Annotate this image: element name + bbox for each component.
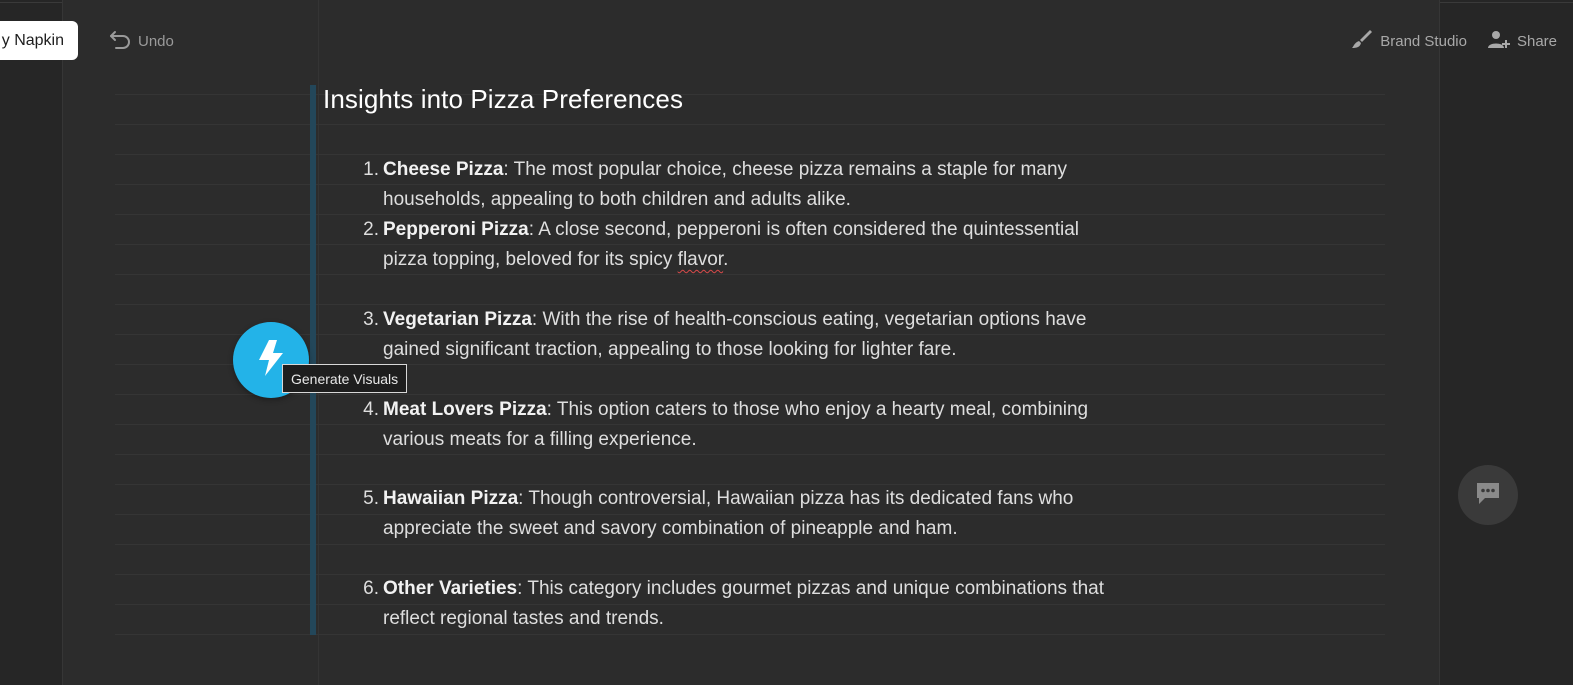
share-button[interactable]: Share bbox=[1487, 27, 1557, 55]
list-item-line: various meats for a filling experience. bbox=[383, 429, 697, 450]
list-item-text: : Though controversial, Hawaiian pizza h… bbox=[518, 488, 1074, 509]
list-item-line: gained significant traction, appealing t… bbox=[383, 339, 957, 360]
chat-bubble-icon bbox=[1474, 479, 1502, 512]
list-item-number: 5. bbox=[363, 488, 379, 509]
list-item-line: Other Varieties: This category includes … bbox=[383, 574, 1183, 604]
list-item-line: Cheese Pizza: The most popular choice, c… bbox=[383, 155, 1183, 185]
list-item-text: : A close second, pepperoni is often con… bbox=[528, 219, 1080, 240]
list-item-line: Vegetarian Pizza: With the rise of healt… bbox=[383, 305, 1183, 335]
list-item-text: . bbox=[723, 249, 729, 270]
selection-accent-bar bbox=[310, 85, 316, 635]
list-item[interactable]: 2. Pepperoni Pizza: A close second, pepp… bbox=[363, 215, 1183, 275]
share-label: Share bbox=[1516, 32, 1557, 50]
list-item-number: 4. bbox=[363, 399, 379, 420]
napkin-button-label: y Napkin bbox=[1, 31, 64, 49]
napkin-button[interactable]: y Napkin bbox=[0, 21, 78, 60]
list-item[interactable]: 6. Other Varieties: This category includ… bbox=[363, 574, 1183, 634]
list-item-text: pizza topping, beloved for its spicy bbox=[383, 249, 678, 270]
brand-studio-button[interactable]: Brand Studio bbox=[1350, 27, 1467, 55]
brush-icon bbox=[1350, 27, 1374, 55]
list-item-line: Pepperoni Pizza: A close second, peppero… bbox=[383, 215, 1183, 245]
list-item-term: Other Varieties bbox=[383, 578, 518, 599]
list-item-number: 2. bbox=[363, 219, 379, 240]
list-item[interactable]: 1. Cheese Pizza: The most popular choice… bbox=[363, 155, 1183, 215]
list-item-line: pizza topping, beloved for its spicy fla… bbox=[383, 245, 1183, 275]
list-item-text: : This category includes gourmet pizzas … bbox=[517, 578, 1105, 599]
list-item-number: 1. bbox=[363, 159, 379, 180]
list-item-term: Vegetarian Pizza bbox=[383, 309, 532, 330]
toolbar-right: Brand Studio Share bbox=[1350, 27, 1557, 55]
list-item-line: households, appealing to both children a… bbox=[383, 189, 851, 210]
list-item-text: : This option caters to those who enjoy … bbox=[546, 399, 1089, 420]
generate-visuals-tooltip: Generate Visuals bbox=[282, 364, 408, 393]
undo-label: Undo bbox=[138, 32, 174, 50]
list-item-term: Meat Lovers Pizza bbox=[383, 399, 547, 420]
list-item-line: reflect regional tastes and trends. bbox=[383, 608, 664, 629]
add-person-icon bbox=[1487, 27, 1511, 55]
list-item-line: Meat Lovers Pizza: This option caters to… bbox=[383, 395, 1183, 425]
list-item[interactable]: 3. Vegetarian Pizza: With the rise of he… bbox=[363, 305, 1183, 365]
list-item-line: Hawaiian Pizza: Though controversial, Ha… bbox=[383, 484, 1183, 514]
list-item[interactable]: 4. Meat Lovers Pizza: This option caters… bbox=[363, 395, 1183, 455]
document-title[interactable]: Insights into Pizza Preferences bbox=[323, 84, 683, 115]
list-item-term: Hawaiian Pizza bbox=[383, 488, 519, 509]
undo-button[interactable]: Undo bbox=[108, 27, 174, 55]
tooltip-label: Generate Visuals bbox=[291, 370, 399, 387]
list-item-term: Cheese Pizza bbox=[383, 159, 504, 180]
list-item-text: : The most popular choice, cheese pizza … bbox=[503, 159, 1068, 180]
brand-studio-label: Brand Studio bbox=[1380, 32, 1467, 50]
list-item-number: 3. bbox=[363, 309, 379, 330]
list-item-number: 6. bbox=[363, 578, 379, 599]
misspelled-word[interactable]: flavor bbox=[678, 249, 723, 270]
chat-button[interactable] bbox=[1458, 465, 1518, 525]
list-item-term: Pepperoni Pizza bbox=[383, 219, 529, 240]
list-item[interactable]: 5. Hawaiian Pizza: Though controversial,… bbox=[363, 484, 1183, 544]
undo-icon bbox=[108, 28, 132, 54]
list-item-line: appreciate the sweet and savory combinat… bbox=[383, 518, 958, 539]
list-item-text: : With the rise of health-conscious eati… bbox=[531, 309, 1087, 330]
